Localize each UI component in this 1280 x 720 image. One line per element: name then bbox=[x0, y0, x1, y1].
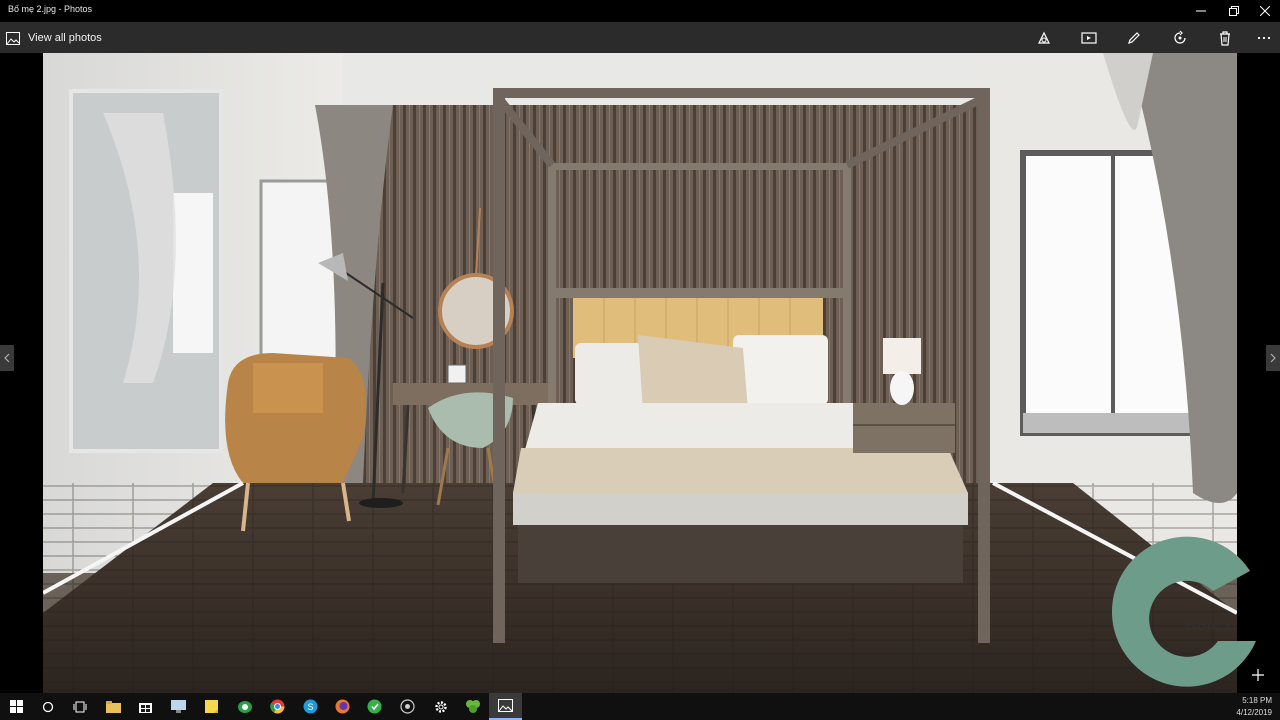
image-gallery-icon bbox=[6, 31, 20, 45]
restore-icon bbox=[1229, 6, 1239, 16]
taskbar-firefox[interactable] bbox=[326, 693, 359, 720]
delete-icon bbox=[1220, 31, 1230, 46]
watermark-logo bbox=[1111, 536, 1256, 687]
restore-button[interactable] bbox=[1219, 0, 1249, 22]
taskbar-store[interactable] bbox=[129, 693, 162, 720]
taskbar-clover-app[interactable] bbox=[456, 693, 489, 720]
task-view-icon bbox=[73, 701, 86, 712]
next-photo-button[interactable] bbox=[1266, 345, 1280, 371]
more-icon bbox=[1257, 36, 1271, 40]
taskbar-monitor-app[interactable] bbox=[162, 693, 195, 720]
camera-app-icon bbox=[400, 699, 415, 714]
taskbar-chrome[interactable] bbox=[261, 693, 294, 720]
watermark-text: CEOTIC ST bbox=[1185, 622, 1238, 632]
bedroom-photo bbox=[43, 53, 1237, 693]
task-view-button[interactable] bbox=[63, 693, 96, 720]
chrome-icon bbox=[270, 699, 285, 714]
view-all-photos-button[interactable]: View all photos bbox=[6, 28, 102, 48]
windows-taskbar: S 5:18 PM 4/12/2019 bbox=[0, 693, 1280, 720]
firefox-icon bbox=[335, 699, 350, 714]
system-clock[interactable]: 5:18 PM 4/12/2019 bbox=[1236, 695, 1272, 719]
start-button[interactable] bbox=[0, 693, 33, 720]
clover-icon bbox=[465, 700, 480, 713]
close-icon bbox=[1260, 6, 1270, 16]
clock-time: 5:18 PM bbox=[1242, 696, 1272, 705]
taskbar-sticky-notes[interactable] bbox=[195, 693, 228, 720]
svg-text:S: S bbox=[308, 702, 314, 712]
photo-viewport[interactable]: CEOTIC ST bbox=[0, 53, 1280, 693]
bedroom-illustration bbox=[43, 53, 1237, 693]
file-explorer-icon bbox=[106, 700, 121, 713]
taskbar-camera-app[interactable] bbox=[391, 693, 424, 720]
rotate-button[interactable] bbox=[1168, 26, 1192, 50]
rotate-icon bbox=[1174, 30, 1186, 44]
edit-icon bbox=[1128, 32, 1140, 44]
minimize-icon bbox=[1196, 10, 1206, 12]
delete-button[interactable] bbox=[1213, 26, 1237, 50]
clock-date: 4/12/2019 bbox=[1236, 708, 1272, 717]
start-icon bbox=[10, 700, 23, 713]
slideshow-icon bbox=[1081, 32, 1097, 44]
taskbar-coccoc[interactable] bbox=[228, 693, 261, 720]
taskbar-file-explorer[interactable] bbox=[97, 693, 130, 720]
chevron-left-icon bbox=[4, 353, 10, 363]
taskbar-green-app[interactable] bbox=[358, 693, 391, 720]
edit-button[interactable] bbox=[1122, 26, 1146, 50]
taskbar-photos[interactable] bbox=[489, 693, 522, 720]
slideshow-button[interactable] bbox=[1077, 26, 1101, 50]
cortana-button[interactable] bbox=[31, 693, 64, 720]
cortana-icon bbox=[42, 701, 53, 712]
store-icon bbox=[139, 703, 152, 713]
title-bar: Bố mẹ 2.jpg - Photos bbox=[0, 0, 1280, 22]
taskbar-settings[interactable] bbox=[424, 693, 457, 720]
window-title: Bố mẹ 2.jpg - Photos bbox=[8, 4, 93, 14]
chevron-right-icon bbox=[1270, 353, 1276, 363]
view-all-photos-label: View all photos bbox=[28, 32, 102, 44]
enhance-icon bbox=[1038, 31, 1050, 44]
skype-icon: S bbox=[303, 699, 318, 714]
settings-icon bbox=[434, 700, 447, 713]
minimize-button[interactable] bbox=[1186, 0, 1216, 22]
photos-icon bbox=[498, 699, 513, 712]
enhance-button[interactable] bbox=[1032, 26, 1056, 50]
photo-toolbar: View all photos bbox=[0, 22, 1280, 53]
previous-photo-button[interactable] bbox=[0, 345, 14, 371]
more-options-button[interactable] bbox=[1252, 26, 1276, 50]
monitor-app-icon bbox=[171, 700, 186, 713]
coccoc-icon bbox=[237, 700, 252, 713]
plus-icon bbox=[1252, 669, 1264, 681]
sticky-notes-icon bbox=[205, 700, 218, 713]
zoom-in-button[interactable] bbox=[1248, 665, 1268, 685]
close-button[interactable] bbox=[1250, 0, 1280, 22]
taskbar-skype[interactable]: S bbox=[294, 693, 327, 720]
green-app-icon bbox=[367, 699, 382, 714]
photos-app-window: Bố mẹ 2.jpg - Photos View all photos CEO… bbox=[0, 0, 1280, 720]
